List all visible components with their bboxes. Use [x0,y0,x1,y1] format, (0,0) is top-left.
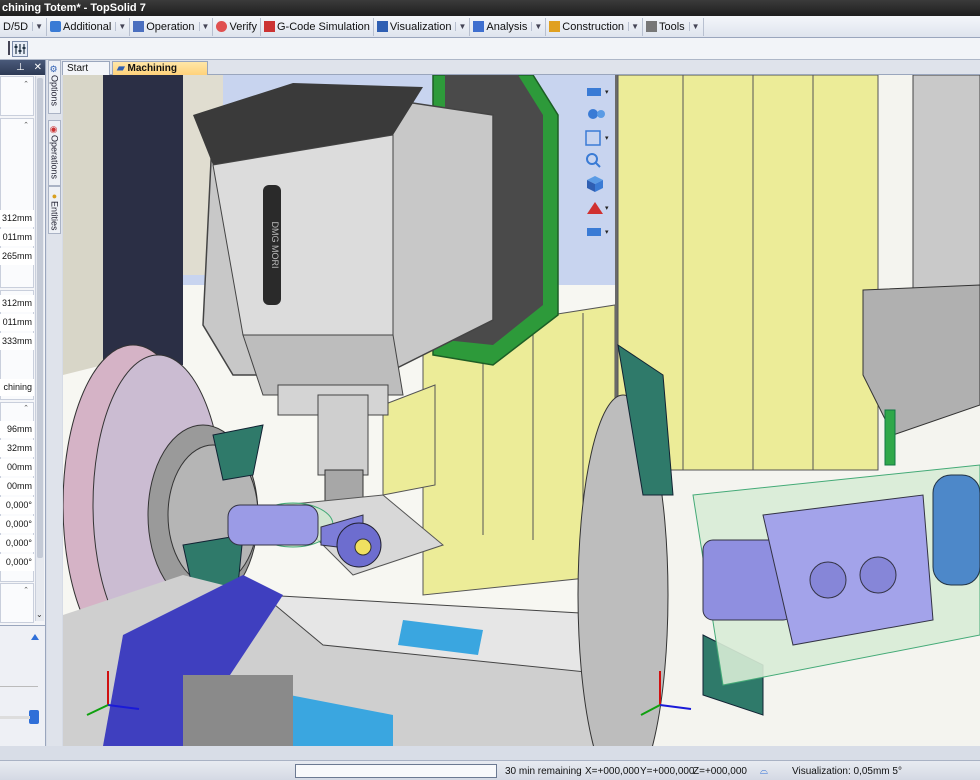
scroll-thumb[interactable] [37,78,43,558]
side-tab-strip: ⚙ Options ◉ Operations ● Entities [47,60,62,746]
coord-x: X=+000,000 [585,766,640,777]
property-value[interactable]: 00mm [0,459,34,476]
svg-text:▾: ▾ [605,89,609,96]
property-value[interactable]: 96mm [0,421,34,438]
3d-viewport[interactable]: DMG MORI ▾ ▾ ▾ ▾ [63,75,980,746]
svg-text:▾: ▾ [605,205,609,212]
property-value[interactable]: 0,000° [0,554,34,571]
document-icon: ▰ [117,63,125,74]
chevron-down-icon[interactable]: ▼ [628,22,639,31]
property-value[interactable]: 312mm [0,210,34,227]
slider-track [0,716,30,719]
viewport-bottom-strip [0,746,980,760]
pin-icon[interactable]: ⊥ [16,62,25,73]
gear-icon: ⚙ [49,65,60,75]
machine-brand-label: DMG MORI [270,222,280,269]
property-value[interactable]: 312mm [0,295,34,312]
visualization-icon [376,21,388,32]
tab-analysis[interactable]: Analysis ▼ [470,17,547,36]
slider-thumb[interactable] [29,710,39,724]
toolbar [0,38,980,60]
ribbon: D/5D ▼ Additional ▼ Operation ▼ Verify G-Co… [0,16,980,38]
property-value[interactable]: 0,000° [0,535,34,552]
tab-tools[interactable]: Tools ▼ [643,17,704,36]
tab-verify[interactable]: Verify [213,17,261,36]
zoom-icon[interactable] [583,150,611,170]
property-value[interactable]: 011mm [0,314,34,331]
view-orbit-icon[interactable] [583,104,611,124]
construction-icon [549,21,561,32]
equalizer-icon[interactable] [12,41,28,57]
tab-options[interactable]: ⚙ Options [48,60,61,114]
chevron-up-icon[interactable]: ⌃ [23,121,29,129]
tab-gcode-simulation[interactable]: G-Code Simulation [261,17,374,36]
chevron-down-icon[interactable]: ▼ [32,22,43,31]
properties-panel: ⊥ ✕ ⌃ ⌃ 312mm 011mm 265mm 312mm 011mm 33… [0,60,46,746]
chevron-down-icon[interactable]: ▼ [198,22,209,31]
tab-machining-totem[interactable]: ▰ Machining Totem* [112,61,208,87]
property-value[interactable]: chining [0,379,34,396]
chevron-up-icon[interactable]: ⌃ [23,404,29,412]
property-value[interactable]: 265mm [0,248,34,265]
property-value[interactable]: 32mm [0,440,34,457]
machine-scene: DMG MORI [63,75,980,746]
property-value[interactable]: 00mm [0,478,34,495]
remaining-time: 30 min remaining [505,766,582,777]
operation-icon [133,21,145,32]
property-group: ⌃ [0,76,34,116]
tab-visualization[interactable]: Visualization ▼ [374,17,471,36]
chevron-down-icon[interactable]: ▼ [115,22,126,31]
view-cube-icon[interactable] [583,174,611,194]
analysis-icon [473,21,485,32]
chevron-up-icon[interactable]: ⌃ [23,586,29,594]
tab-construction[interactable]: Construction ▼ [546,17,643,36]
chevron-up-icon[interactable]: ⌃ [23,80,29,88]
tab-operation[interactable]: Operation ▼ [130,17,214,36]
tab-operations[interactable]: ◉ Operations [48,120,61,186]
coord-y: Y=+000,000 [640,766,695,777]
additional-icon [49,21,61,32]
coord-z: Z=+000,000 [693,766,747,777]
property-value[interactable]: 011mm [0,229,34,246]
gcode-icon [263,21,275,32]
svg-text:▾: ▾ [605,135,609,142]
property-value[interactable]: 0,000° [0,497,34,514]
scrollbar[interactable]: ⌄ [35,76,44,621]
chevron-down-icon[interactable]: ▼ [688,22,700,31]
chevron-down-icon[interactable]: ▼ [531,22,542,31]
document-tabs: Start Page ▰ Machining Totem* [62,60,980,87]
operations-icon: ◉ [49,125,60,135]
visualization-settings[interactable]: Visualization: 0,05mm 5° [792,766,902,777]
property-group: ⌃ [0,583,34,623]
section-view-icon[interactable]: ▾ [583,198,611,218]
chevron-down-icon[interactable]: ⌄ [36,610,43,619]
slider-track[interactable] [0,686,38,687]
panel-header: ⊥ ✕ [0,60,45,75]
zoom-window-icon[interactable]: ▾ [583,128,611,148]
visualization-icon[interactable]: ⌓ [760,766,768,777]
property-value[interactable]: 0,000° [0,516,34,533]
verify-icon [216,21,228,32]
projection-icon[interactable]: ▾ [583,222,611,242]
entities-icon: ● [49,191,60,201]
status-bar: 30 min remaining X=+000,000 Y=+000,000 Z… [0,760,980,780]
tab-additional[interactable]: Additional ▼ [47,17,131,36]
tab-entities[interactable]: ● Entities [48,186,61,234]
tab-start-page[interactable]: Start Page [62,61,110,87]
view-camera-icon[interactable]: ▾ [583,82,611,102]
collapse-triangle-icon[interactable] [31,634,39,640]
window-title: chining Totem* - TopSolid 7 [0,0,980,16]
svg-text:▾: ▾ [605,229,609,236]
tools-icon [645,21,657,32]
close-icon[interactable]: ✕ [34,62,42,73]
property-value[interactable]: 333mm [0,333,34,350]
progress-bar [295,764,497,778]
panel-lower-area [0,625,45,746]
tab-2d-5d[interactable]: D/5D ▼ [0,17,47,36]
chevron-down-icon[interactable]: ▼ [455,22,466,31]
